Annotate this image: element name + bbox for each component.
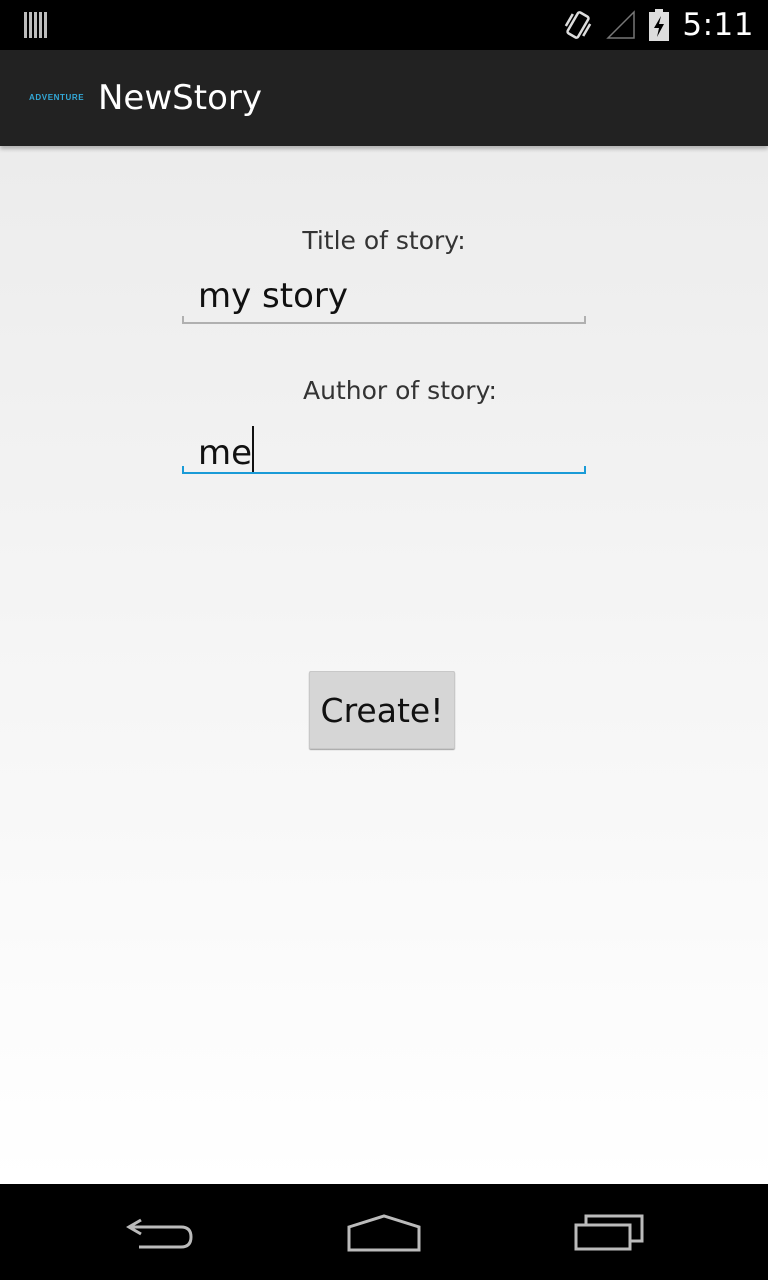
text-cursor [252,426,255,472]
screen: 5:11 ADVENTURE NewStory Title of story: … [0,0,768,1280]
author-field-value-wrap: me [198,426,255,473]
home-button[interactable] [334,1208,434,1258]
navigation-bar [0,1184,768,1280]
vibrate-icon [565,11,592,39]
author-field-underline [182,472,586,474]
title-field-tick-left [182,316,184,324]
author-field-tick-right [584,466,586,474]
author-field[interactable]: me [182,424,586,474]
home-icon [347,1214,421,1252]
author-field-tick-left [182,466,184,474]
status-bar: 5:11 [0,0,768,50]
back-icon [126,1218,193,1249]
status-time: 5:11 [682,7,754,43]
status-icons: 5:11 [562,0,754,50]
action-bar: ADVENTURE NewStory [0,50,768,146]
notification-bars-icon [24,12,47,38]
recent-apps-icon [574,1214,644,1251]
new-story-form: Title of story: my story Author of story… [0,146,768,1184]
title-field-underline [182,322,586,324]
title-field[interactable]: my story [182,274,586,324]
app-title: NewStory [98,78,262,118]
title-field-tick-right [584,316,586,324]
back-button[interactable] [110,1208,210,1258]
no-signal-icon [606,10,636,39]
recent-apps-button[interactable] [560,1208,660,1258]
author-label: Author of story: [303,376,497,405]
battery-charging-icon [649,9,670,41]
title-field-value: my story [198,276,348,316]
title-label: Title of story: [302,226,466,255]
app-logo[interactable]: ADVENTURE [29,93,84,102]
author-field-value: me [198,433,253,473]
create-button[interactable]: Create! [309,671,455,749]
